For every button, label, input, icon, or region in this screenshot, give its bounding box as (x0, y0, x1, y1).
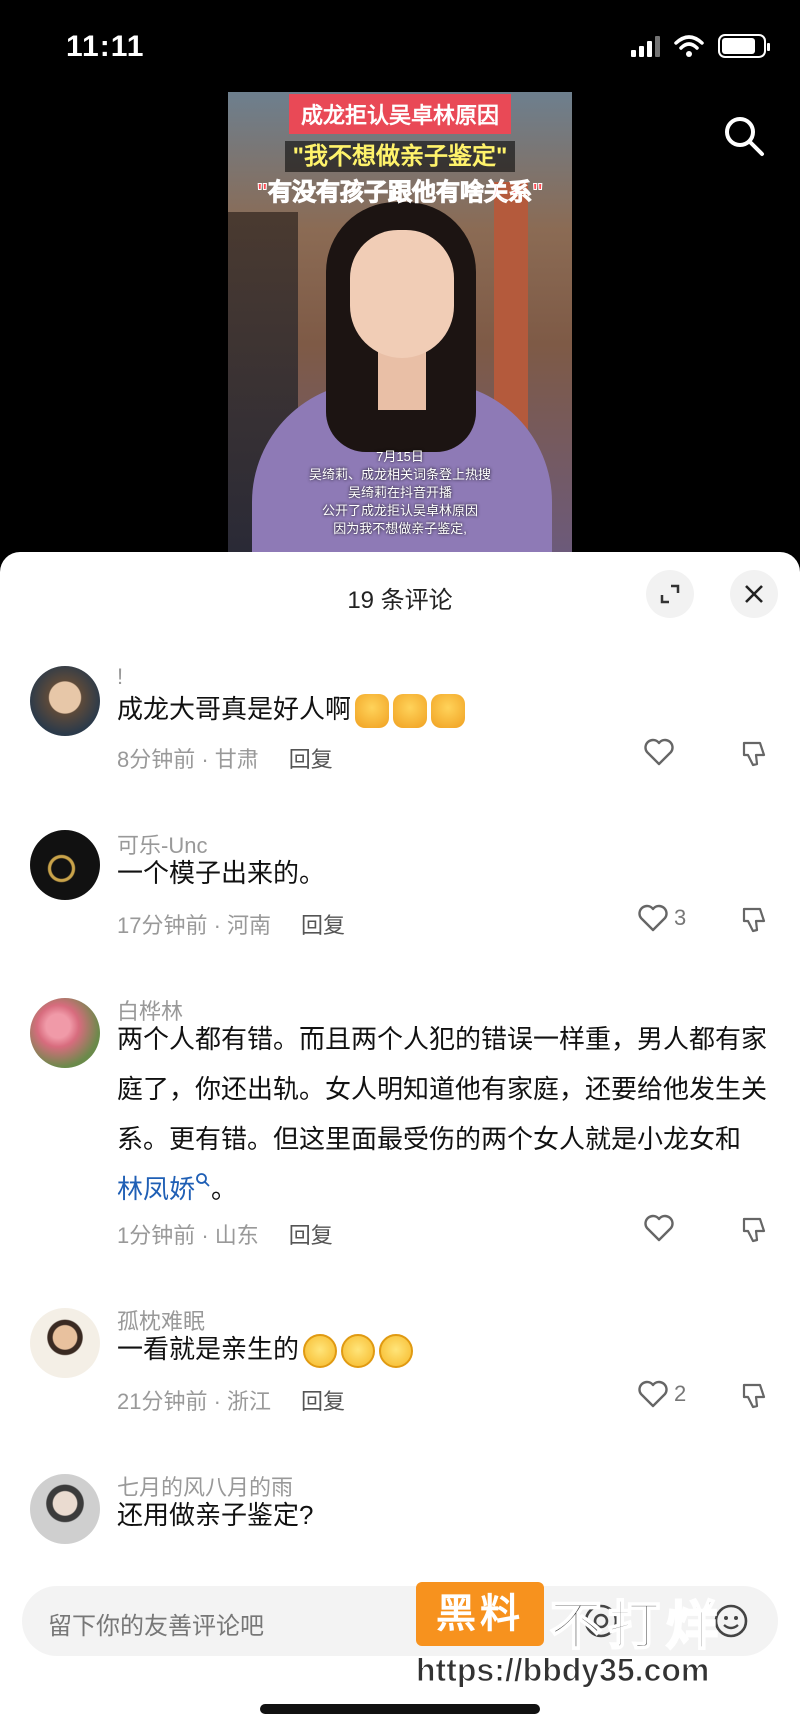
grin-emoji-icon (341, 1334, 376, 1369)
close-icon (745, 585, 763, 603)
video-overlay-text: 7月15日 吴绮莉、成龙相关词条登上热搜 吴绮莉在抖音开播 公开了成龙拒认吴卓林… (308, 449, 491, 536)
grin-emoji-icon (303, 1334, 338, 1369)
comment-meta: 17分钟前 · 河南 回复 (117, 913, 346, 938)
close-button[interactable] (730, 570, 778, 618)
thumbs-up-emoji-icon (393, 694, 428, 729)
like-count: 2 (674, 1381, 687, 1406)
dislike-icon[interactable] (740, 1216, 768, 1244)
status-bar: 11:11 (0, 0, 800, 95)
heart-icon (644, 738, 674, 766)
comment-text: 成龙大哥真是好人啊 (117, 684, 767, 734)
comment-text: 还用做亲子鉴定? (117, 1500, 314, 1530)
watermark-box: 黑料 (416, 1582, 544, 1646)
comment-meta: 21分钟前 · 浙江 回复 (117, 1389, 346, 1414)
avatar[interactable] (30, 666, 100, 736)
wifi-icon (674, 35, 704, 57)
like-button[interactable]: 2 (638, 1380, 686, 1408)
battery-icon (718, 34, 770, 58)
comment-text: 两个人都有错。而且两个人犯的错误一样重，男人都有家庭了，你还出轨。女人明知道他有… (117, 1024, 768, 1204)
video-player[interactable]: 成龙拒认吴卓林原因 "我不想做亲子鉴定" "有没有孩子跟他有啥关系" 7月15日… (228, 92, 572, 552)
status-icons (631, 34, 770, 58)
thumbs-up-emoji-icon (355, 694, 390, 729)
like-button[interactable] (644, 1214, 674, 1242)
search-small-icon[interactable] (195, 1172, 211, 1188)
heart-icon (638, 1380, 668, 1408)
dislike-icon[interactable] (740, 906, 768, 934)
avatar[interactable] (30, 998, 100, 1068)
watermark-url: https://bbdy35.com (415, 1652, 710, 1689)
avatar[interactable] (30, 1474, 100, 1544)
comment-input-placeholder: 留下你的友善评论吧 (48, 1613, 264, 1640)
signal-icon (631, 35, 660, 57)
reply-button[interactable]: 回复 (301, 913, 345, 938)
reply-button[interactable]: 回复 (289, 747, 333, 772)
reply-button[interactable]: 回复 (289, 1223, 333, 1248)
expand-button[interactable] (646, 570, 694, 618)
comments-panel: 19 条评论 ! 成龙大哥真是好人啊 8分钟前 · 甘肃 回复 可乐-Unc 一个… (0, 552, 800, 1733)
thumbs-up-emoji-icon (431, 694, 466, 729)
video-caption-title: 成龙拒认吴卓林原因 (288, 94, 511, 134)
avatar[interactable] (30, 1308, 100, 1378)
watermark: 黑料 不打烊 https://bbdy35.com (415, 1582, 786, 1692)
watermark-text: 不打烊 (549, 1597, 725, 1657)
like-button[interactable]: 3 (638, 904, 686, 932)
home-indicator[interactable] (260, 1704, 540, 1714)
comment-meta: 1分钟前 · 山东 回复 (117, 1223, 333, 1248)
comment-meta: 8分钟前 · 甘肃 回复 (117, 747, 333, 772)
like-button[interactable] (644, 738, 674, 766)
expand-icon (660, 584, 680, 604)
status-time: 11:11 (66, 30, 145, 63)
dislike-icon[interactable] (740, 740, 768, 768)
search-icon[interactable] (722, 114, 766, 158)
dislike-icon[interactable] (740, 1382, 768, 1410)
heart-icon (644, 1214, 674, 1242)
like-count: 3 (674, 905, 687, 930)
comment-text: 一看就是亲生的 (117, 1324, 767, 1374)
video-caption-quote1: "我不想做亲子鉴定" (284, 141, 516, 172)
reply-button[interactable]: 回复 (301, 1389, 345, 1414)
comment-text: 一个模子出来的。 (117, 858, 326, 888)
video-caption-quote2: "有没有孩子跟他有啥关系" (256, 179, 544, 207)
search-link[interactable]: 林凤娇 (117, 1174, 195, 1204)
avatar[interactable] (30, 830, 100, 900)
grin-emoji-icon (379, 1334, 414, 1369)
heart-icon (638, 904, 668, 932)
